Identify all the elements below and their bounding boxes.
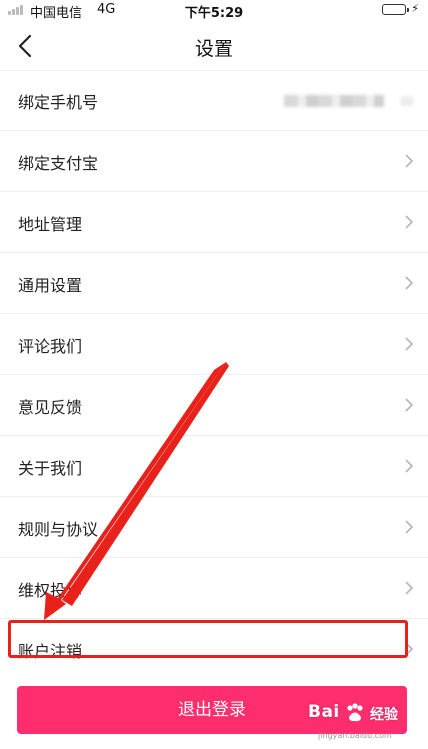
status-time: 下午5:29 [184, 6, 244, 21]
settings-item-label: 地址管理 [18, 215, 83, 234]
chevron-right-icon [405, 398, 414, 412]
chevron-right-icon [405, 276, 414, 290]
settings-item-bind-phone[interactable]: 绑定手机号 [0, 70, 428, 131]
chevron-right-icon [405, 520, 414, 534]
settings-item-label: 绑定手机号 [18, 93, 99, 112]
highlight-box [8, 620, 408, 658]
settings-item-label: 通用设置 [18, 276, 83, 295]
chevron-right-icon [405, 337, 414, 351]
settings-item-about[interactable]: 关于我们 [0, 436, 428, 497]
watermark-brand-cn: 经验 [370, 707, 398, 723]
watermark-brand: Bai [308, 702, 340, 722]
settings-item-label: 评论我们 [18, 337, 83, 356]
page-title: 设置 [194, 38, 233, 60]
chevron-right-icon [405, 215, 414, 229]
settings-item-label: 绑定支付宝 [18, 154, 99, 173]
chevron-right-icon [405, 459, 414, 473]
status-bar: 中国电信 4G 下午5:29 ⚡ [0, 0, 428, 21]
nav-bar: 设置 [0, 22, 428, 71]
settings-item-general[interactable]: 通用设置 [0, 253, 428, 314]
settings-item-rules[interactable]: 规则与协议 [0, 497, 428, 558]
chevron-right-icon [405, 581, 414, 595]
settings-item-label: 意见反馈 [18, 398, 83, 417]
settings-item-label: 规则与协议 [18, 520, 99, 539]
settings-item-feedback[interactable]: 意见反馈 [0, 375, 428, 436]
settings-item-rate-us[interactable]: 评论我们 [0, 314, 428, 375]
settings-list: 绑定手机号 绑定支付宝 地址管理 通用设置 评论我们 意见反馈 关于我们 规则与… [0, 70, 428, 679]
watermark-url: jingyan.baidu.com [318, 731, 392, 740]
baidu-jingyan-watermark: Bai 经验 jingyan.baidu.com [308, 700, 422, 746]
settings-item-bind-alipay[interactable]: 绑定支付宝 [0, 131, 428, 192]
phone-number-blurred [284, 95, 384, 107]
blurred-chevron [400, 96, 414, 106]
settings-item-address[interactable]: 地址管理 [0, 192, 428, 253]
charging-icon: ⚡ [411, 2, 419, 15]
battery-icon [382, 4, 409, 15]
paw-logo-icon [347, 703, 363, 722]
settings-item-label: 维权投诉 [18, 581, 83, 600]
settings-item-label: 关于我们 [18, 459, 83, 478]
chevron-right-icon [405, 154, 414, 168]
settings-item-complaint[interactable]: 维权投诉 [0, 558, 428, 619]
